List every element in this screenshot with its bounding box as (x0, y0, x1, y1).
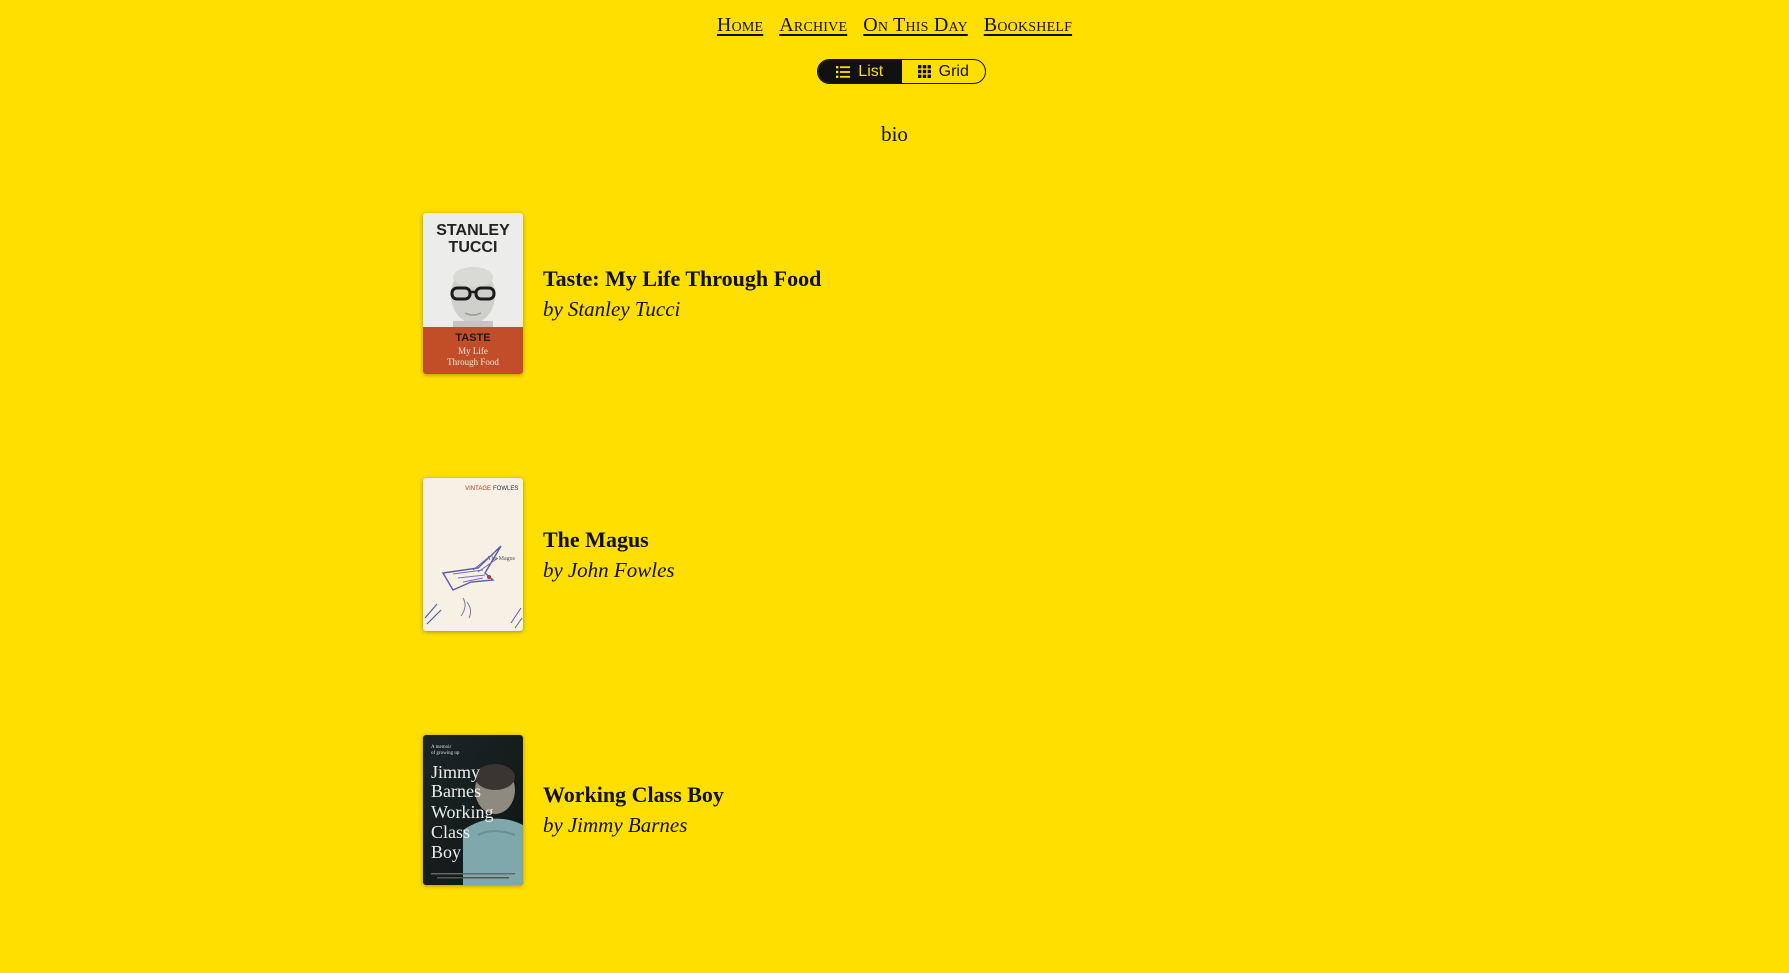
book-cover[interactable]: VINTAGE FOWLES The Magus (423, 478, 523, 631)
book-author: by Jimmy Barnes (543, 810, 724, 840)
author-prefix: by (543, 557, 563, 582)
cover-author: FOWLES (493, 486, 518, 492)
book-author: by John Fowles (543, 555, 675, 585)
cover-publisher: VINTAGE (465, 486, 491, 492)
book-title[interactable]: Working Class Boy (543, 780, 724, 810)
cover-title: TASTE (455, 332, 490, 344)
cover-line4: Class (431, 822, 470, 842)
author-prefix: by (543, 813, 563, 837)
cover-line3: Working (431, 802, 494, 822)
nav-on-this-day-link[interactable]: On This Day (863, 14, 968, 37)
cover-tagline-line2: of growing up (431, 751, 460, 756)
book-author: by Stanley Tucci (543, 294, 821, 324)
cover-subtitle-line2: Through Food (447, 357, 499, 367)
grid-icon (917, 65, 931, 78)
book-cover[interactable]: A memoir of growing up Jimmy Barnes Work… (423, 735, 523, 885)
book-meta: Taste: My Life Through Food by Stanley Tu… (543, 264, 821, 324)
book-title[interactable]: Taste: My Life Through Food (543, 264, 821, 294)
list-view-label: List (858, 62, 884, 80)
nav-bookshelf-link[interactable]: Bookshelf (984, 14, 1072, 37)
book-meta: Working Class Boy by Jimmy Barnes (543, 780, 724, 840)
nav-home-link[interactable]: Home (717, 14, 763, 37)
list-icon (836, 65, 851, 78)
book-title[interactable]: The Magus (543, 525, 675, 555)
cover-subtitle-line1: My Life (458, 346, 488, 356)
nav-archive-link[interactable]: Archive (779, 14, 847, 37)
author-name: Jimmy Barnes (567, 813, 688, 837)
book-meta: The Magus by John Fowles (543, 525, 675, 585)
list-view-button[interactable]: List (818, 60, 902, 83)
view-toggle: List Grid (817, 59, 986, 84)
cover-line1: Jimmy (431, 762, 480, 782)
author-prefix: by (543, 296, 563, 321)
book-item[interactable]: VINTAGE FOWLES The Magus The Magus by Joh… (423, 478, 675, 631)
grid-view-button[interactable]: Grid (902, 60, 986, 83)
grid-view-label: Grid (938, 62, 969, 80)
cover-tagline-line1: A memoir (431, 745, 451, 750)
page-title: bio (881, 122, 908, 146)
author-name: Stanley Tucci (567, 296, 681, 321)
main-nav: Home Archive On This Day Bookshelf (0, 14, 1789, 37)
cover-line2: Barnes (431, 781, 481, 801)
cover-author-line2: TUCCI (449, 239, 498, 256)
cover-line5: Boy (431, 842, 461, 862)
cover-author-line1: STANLEY (436, 222, 510, 239)
book-cover[interactable]: STANLEY TUCCI TASTE My Life Through Food (423, 213, 523, 374)
book-item[interactable]: A memoir of growing up Jimmy Barnes Work… (423, 735, 724, 885)
book-item[interactable]: STANLEY TUCCI TASTE My Life Through Food… (423, 213, 821, 374)
author-name: John Fowles (567, 557, 675, 582)
